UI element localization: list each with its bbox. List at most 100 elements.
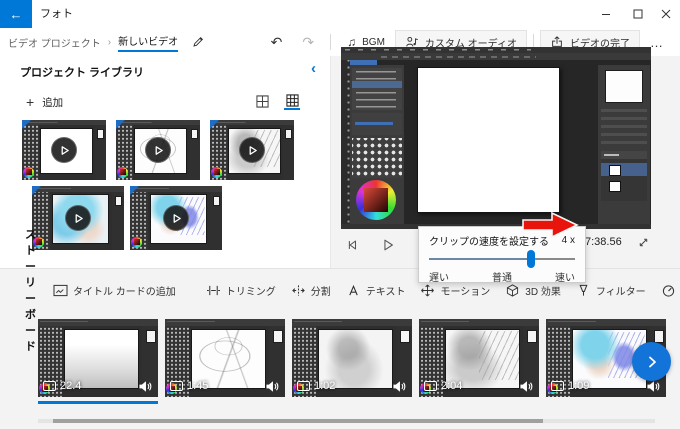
horizontal-scrollbar[interactable] — [38, 419, 655, 423]
video-preview[interactable] — [341, 47, 651, 229]
breadcrumb-new-video[interactable]: 新しいビデオ — [118, 33, 178, 52]
speed-slider[interactable] — [429, 250, 575, 268]
maximize-button[interactable] — [624, 0, 652, 28]
plus-icon: + — [26, 94, 34, 110]
title-card-icon — [53, 284, 68, 297]
clip-duration-badge: 1:09 — [551, 380, 589, 392]
clip-volume-button[interactable] — [392, 380, 407, 393]
chevron-left-icon: ‹ — [311, 60, 316, 77]
grid-large-view-button[interactable] — [284, 94, 300, 110]
video-fold-badge — [210, 120, 222, 132]
view-toggle — [254, 94, 300, 110]
minimize-button[interactable] — [592, 0, 620, 28]
library-video-thumbnail[interactable] — [116, 120, 200, 180]
duration-frame-icon — [297, 381, 310, 391]
storyboard-section: ストーリーボード タイトル カードの追加 トリミング — [0, 268, 680, 429]
layer-row — [601, 179, 647, 192]
back-button[interactable]: ← — [0, 0, 32, 28]
play-icon — [381, 238, 395, 252]
storyboard-clip[interactable]: 1:45 — [165, 319, 285, 397]
video-fold-badge — [32, 186, 44, 198]
more-icon: … — [650, 35, 664, 50]
breadcrumb: ビデオ プロジェクト › 新しいビデオ — [8, 28, 205, 56]
maximize-icon — [633, 9, 643, 19]
storyboard-clip[interactable]: 22.4 — [38, 319, 158, 397]
clip-duration-badge: 1:45 — [170, 380, 208, 392]
rename-button[interactable] — [191, 35, 205, 49]
clip-volume-button[interactable] — [265, 380, 280, 393]
undo-icon: ↶ — [271, 34, 283, 51]
text-icon — [346, 284, 361, 297]
bgm-label: BGM — [362, 37, 385, 48]
paint-app-toolbar — [341, 53, 651, 60]
separator — [330, 34, 331, 50]
paint-app-toolstrip — [341, 60, 350, 229]
selected-clip-indicator — [38, 401, 158, 404]
speed-button[interactable]: 速度 — [661, 283, 680, 298]
add-title-card-button[interactable]: タイトル カードの追加 — [53, 283, 176, 298]
paint-app-right-panel — [598, 65, 650, 224]
clip-duration-badge: 22.4 — [43, 380, 81, 392]
redo-button[interactable]: ↷ — [292, 30, 324, 54]
storyboard-clip[interactable]: 1:02 — [292, 319, 412, 397]
filters-button[interactable]: フィルター — [576, 283, 646, 298]
duration-frame-icon — [43, 381, 56, 391]
color-swatches — [352, 138, 402, 178]
play-overlay-icon — [239, 137, 265, 163]
library-video-thumbnail[interactable] — [22, 120, 106, 180]
close-icon — [661, 9, 671, 19]
storyboard-clip[interactable]: 2:04 — [419, 319, 539, 397]
duration-frame-icon — [170, 381, 183, 391]
paint-app-left-panel — [350, 65, 404, 224]
clip-volume-button[interactable] — [646, 380, 661, 393]
storyboard-clips: 22.4 1:45 — [38, 319, 666, 397]
filter-icon — [576, 284, 591, 297]
grid-small-view-button[interactable] — [254, 94, 270, 110]
previous-frame-icon — [345, 238, 359, 252]
navigator-thumbnail — [605, 70, 643, 103]
speed-label-normal: 普通 — [492, 269, 512, 284]
volume-icon — [519, 380, 534, 393]
text-button[interactable]: テキスト — [346, 283, 406, 298]
pencil-icon — [191, 35, 205, 49]
clip-volume-button[interactable] — [138, 380, 153, 393]
library-video-thumbnail[interactable] — [32, 186, 124, 250]
split-button[interactable]: 分割 — [291, 283, 331, 298]
volume-icon — [392, 380, 407, 393]
add-media-button[interactable]: + 追加 — [26, 94, 63, 110]
3d-effects-button[interactable]: 3D 効果 — [505, 283, 561, 298]
fullscreen-button[interactable] — [634, 233, 652, 251]
color-wheel — [131, 237, 142, 248]
selected-layer-row — [601, 163, 647, 176]
library-video-thumbnail[interactable] — [130, 186, 222, 250]
duration-frame-icon — [551, 381, 564, 391]
motion-icon — [420, 284, 435, 297]
breadcrumb-video-projects[interactable]: ビデオ プロジェクト — [8, 35, 101, 50]
clip-volume-button[interactable] — [519, 380, 534, 393]
speed-label-slow: 遅い — [429, 269, 449, 284]
play-overlay-icon — [163, 205, 189, 231]
clip-duration-badge: 1:02 — [297, 380, 335, 392]
speed-slider-thumb[interactable] — [527, 250, 535, 268]
library-video-thumbnail[interactable] — [210, 120, 294, 180]
close-button[interactable] — [652, 0, 680, 28]
library-title: プロジェクト ライブラリ — [20, 64, 144, 80]
scrollbar-thumb[interactable] — [53, 419, 543, 423]
volume-icon — [138, 380, 153, 393]
speed-icon — [661, 284, 676, 297]
grid-large-icon — [286, 94, 299, 107]
color-wheel — [23, 167, 34, 178]
add-label: 追加 — [42, 95, 63, 110]
storyboard-title: ストーリーボード — [25, 226, 36, 354]
trim-button[interactable]: トリミング — [206, 283, 276, 298]
undo-button[interactable]: ↶ — [261, 30, 293, 54]
collapse-pane-button[interactable]: ‹ — [311, 60, 316, 77]
play-button[interactable] — [380, 237, 396, 253]
red-annotation-arrow — [522, 211, 579, 239]
playback-time: 7:38.56 — [585, 236, 622, 248]
previous-frame-button[interactable] — [344, 237, 360, 253]
titlebar: ← フォト — [0, 0, 680, 28]
scroll-clips-right-button[interactable] — [632, 342, 671, 381]
motion-button[interactable]: モーション — [420, 283, 490, 298]
app-title: フォト — [40, 0, 73, 28]
